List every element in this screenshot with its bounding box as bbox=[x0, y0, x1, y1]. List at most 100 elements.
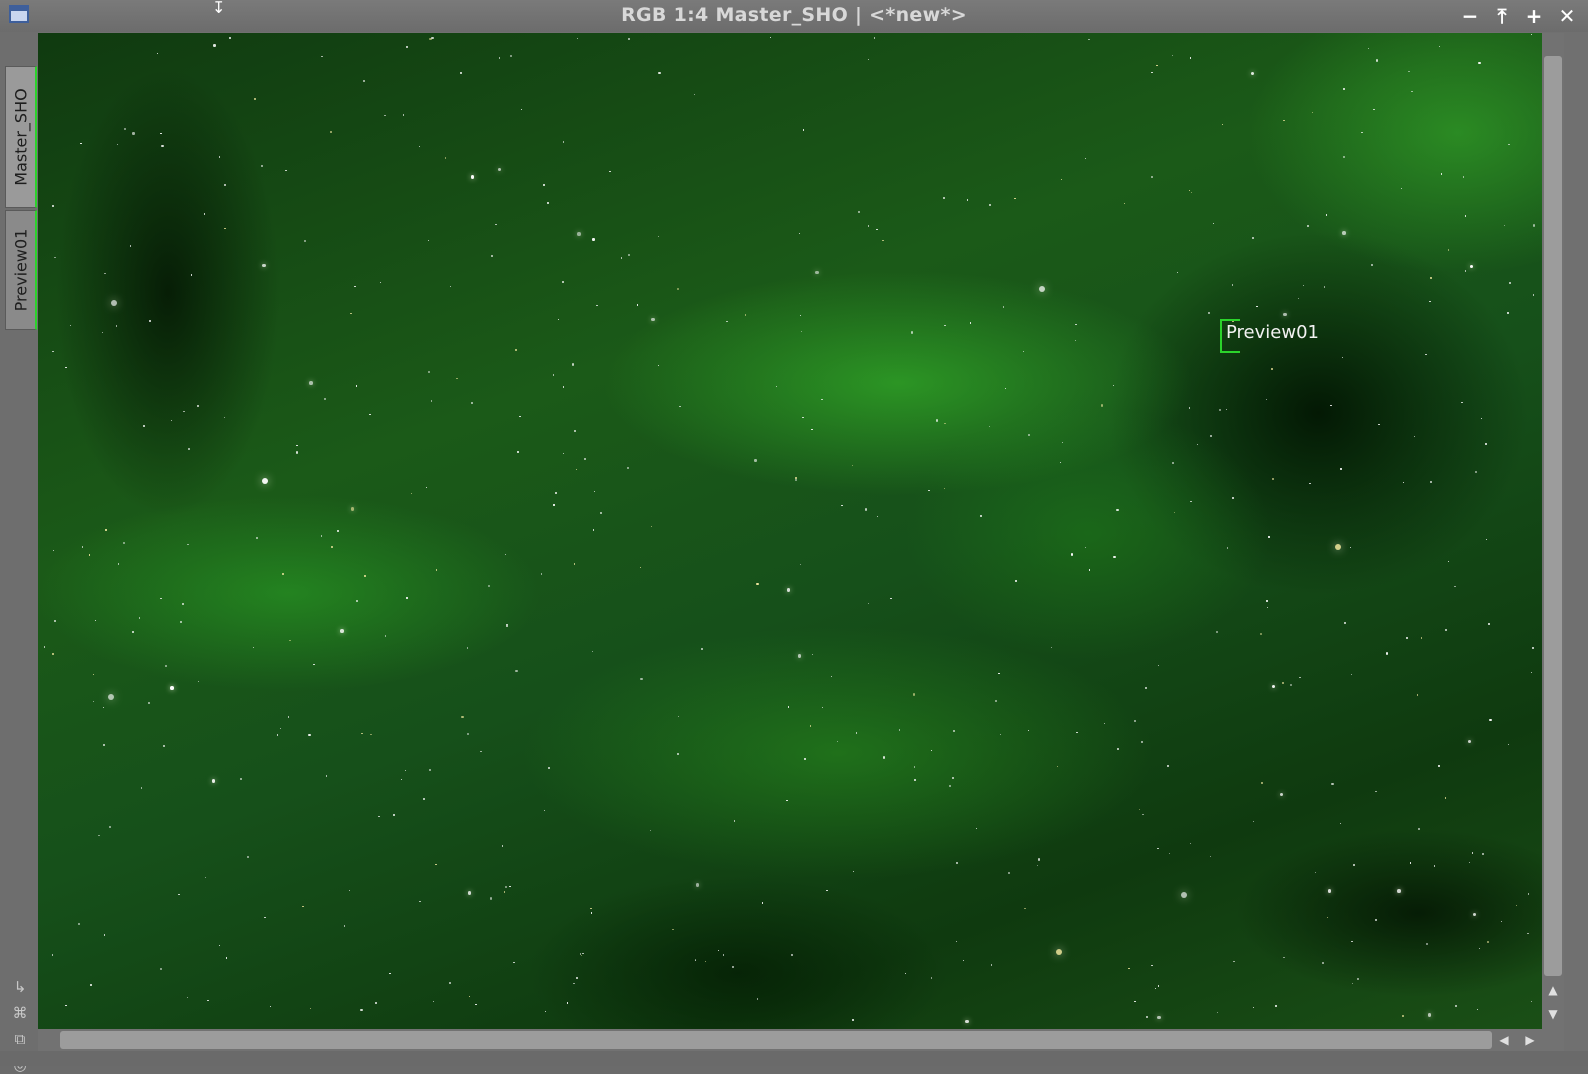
star bbox=[1406, 637, 1408, 639]
star bbox=[470, 175, 474, 179]
star bbox=[1375, 790, 1377, 793]
star bbox=[1342, 231, 1346, 235]
scroll-right-icon[interactable]: ▶ bbox=[1522, 1032, 1538, 1048]
tab-master-sho-label: Master_SHO bbox=[11, 88, 30, 186]
star bbox=[627, 37, 630, 40]
star bbox=[969, 322, 972, 324]
star bbox=[295, 451, 298, 454]
star bbox=[562, 386, 565, 388]
star bbox=[1343, 156, 1345, 158]
star bbox=[552, 374, 555, 376]
star bbox=[898, 729, 901, 731]
star bbox=[308, 733, 311, 737]
tab-preview01-label: Preview01 bbox=[11, 228, 30, 312]
star bbox=[435, 863, 437, 866]
star bbox=[1188, 189, 1190, 192]
star bbox=[1168, 852, 1171, 855]
star bbox=[577, 232, 581, 236]
title-bar[interactable]: ↧ RGB 1:4 Master_SHO | <*new*> − ⤒ + ✕ bbox=[0, 0, 1588, 32]
star bbox=[509, 885, 511, 888]
star bbox=[1370, 263, 1373, 266]
star bbox=[797, 654, 802, 658]
star bbox=[444, 157, 446, 159]
shade-button[interactable]: ⤒ bbox=[1490, 4, 1514, 28]
star bbox=[515, 349, 517, 351]
star bbox=[948, 784, 951, 788]
star bbox=[369, 413, 371, 416]
star bbox=[989, 204, 991, 206]
star bbox=[815, 270, 819, 275]
scroll-left-icon[interactable]: ◀ bbox=[1496, 1032, 1512, 1048]
star bbox=[264, 916, 266, 919]
star bbox=[965, 1019, 969, 1024]
star bbox=[480, 750, 482, 753]
maximize-button[interactable]: + bbox=[1522, 4, 1546, 28]
star bbox=[1141, 741, 1143, 743]
nebula-image bbox=[38, 33, 1542, 1029]
tab-master-sho[interactable]: Master_SHO bbox=[5, 66, 37, 208]
star bbox=[1113, 555, 1116, 558]
star bbox=[1167, 765, 1169, 767]
star bbox=[1530, 671, 1532, 674]
star bbox=[640, 677, 643, 681]
star bbox=[864, 508, 868, 511]
window-bottom-edge bbox=[0, 1051, 1588, 1066]
preview-region-label[interactable]: Preview01 bbox=[1226, 322, 1319, 343]
star bbox=[355, 599, 358, 602]
star bbox=[1481, 852, 1484, 855]
star bbox=[303, 239, 306, 242]
star bbox=[761, 902, 764, 904]
star bbox=[475, 1003, 477, 1006]
star bbox=[170, 686, 174, 690]
minimize-button[interactable]: − bbox=[1458, 4, 1482, 28]
star bbox=[406, 597, 408, 599]
star bbox=[517, 451, 519, 453]
image-viewport[interactable]: Preview01 bbox=[38, 33, 1542, 1029]
vertical-scroll-thumb[interactable] bbox=[1544, 56, 1562, 976]
tab-preview01[interactable]: Preview01 bbox=[5, 210, 37, 330]
clone-icon[interactable]: ⧉ bbox=[11, 1030, 29, 1048]
star bbox=[1340, 468, 1342, 470]
star bbox=[389, 972, 391, 974]
scroll-down-icon[interactable]: ▼ bbox=[1545, 1006, 1561, 1022]
star bbox=[1447, 560, 1449, 563]
star bbox=[325, 775, 328, 777]
star bbox=[354, 285, 356, 288]
star bbox=[1259, 632, 1262, 635]
star bbox=[355, 385, 357, 387]
star bbox=[936, 419, 939, 422]
star bbox=[1314, 871, 1317, 873]
star bbox=[103, 934, 105, 936]
star bbox=[562, 141, 565, 143]
fit-view-icon[interactable]: ⌘ bbox=[11, 1004, 29, 1022]
star bbox=[1088, 38, 1090, 41]
star bbox=[627, 253, 630, 256]
star bbox=[1344, 622, 1346, 624]
star bbox=[406, 46, 408, 48]
star bbox=[1509, 282, 1511, 284]
close-button[interactable]: ✕ bbox=[1555, 4, 1579, 28]
star bbox=[262, 263, 266, 268]
star bbox=[1430, 481, 1432, 483]
arrow-down-right-icon[interactable]: ↳ bbox=[11, 978, 29, 996]
star bbox=[1084, 546, 1086, 549]
star bbox=[470, 401, 473, 405]
star bbox=[88, 554, 90, 556]
star bbox=[1507, 312, 1509, 314]
star bbox=[677, 715, 680, 717]
star bbox=[732, 966, 734, 968]
star bbox=[1438, 45, 1441, 47]
horizontal-scroll-thumb[interactable] bbox=[60, 1031, 1492, 1049]
star bbox=[261, 165, 263, 167]
star bbox=[218, 156, 220, 158]
star bbox=[1282, 682, 1284, 684]
star bbox=[769, 36, 771, 38]
star bbox=[309, 381, 313, 385]
star bbox=[180, 621, 182, 623]
star bbox=[1075, 323, 1077, 326]
scroll-up-icon[interactable]: ▲ bbox=[1545, 982, 1561, 998]
star bbox=[1190, 191, 1193, 193]
star bbox=[1378, 423, 1380, 426]
star bbox=[1266, 600, 1268, 602]
star bbox=[1311, 111, 1313, 114]
